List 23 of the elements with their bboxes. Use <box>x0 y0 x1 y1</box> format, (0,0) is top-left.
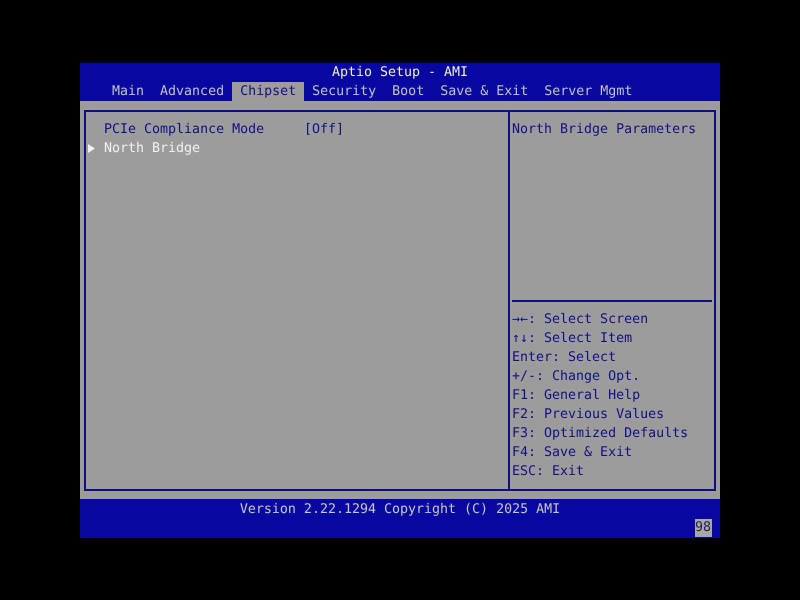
help-description: North Bridge Parameters <box>512 122 696 136</box>
key-hint: ↑↓: Select Item <box>512 330 632 348</box>
tab[interactable]: Main <box>104 82 152 100</box>
tab[interactable]: Advanced <box>152 82 232 100</box>
window-title: Aptio Setup - AMI <box>332 64 468 82</box>
tab[interactable]: Server Mgmt <box>536 82 640 100</box>
key-hint: ESC: Exit <box>512 462 584 480</box>
key-hint: F1: General Help <box>512 386 640 404</box>
tab[interactable]: Save & Exit <box>432 82 536 100</box>
key-hint: →←: Select Screen <box>512 310 648 328</box>
option-value[interactable]: [Off] <box>304 120 344 138</box>
key-hint: F4: Save & Exit <box>512 444 632 462</box>
setting-label[interactable]: PCIe Compliance Mode <box>104 120 304 138</box>
tab[interactable]: Security <box>304 82 384 100</box>
key-hint: F2: Previous Values <box>512 406 664 424</box>
key-hint: +/-: Change Opt. <box>512 368 640 386</box>
tab[interactable]: Boot <box>384 82 432 100</box>
version-text: Version 2.22.1294 Copyright (C) 2025 AMI <box>240 500 560 518</box>
key-hint: Enter: Select <box>512 348 616 366</box>
tab[interactable]: Chipset <box>232 82 304 100</box>
key-hint: F3: Optimized Defaults <box>512 424 688 442</box>
post-code: 98 <box>694 518 712 536</box>
triangle-icon <box>88 144 95 152</box>
